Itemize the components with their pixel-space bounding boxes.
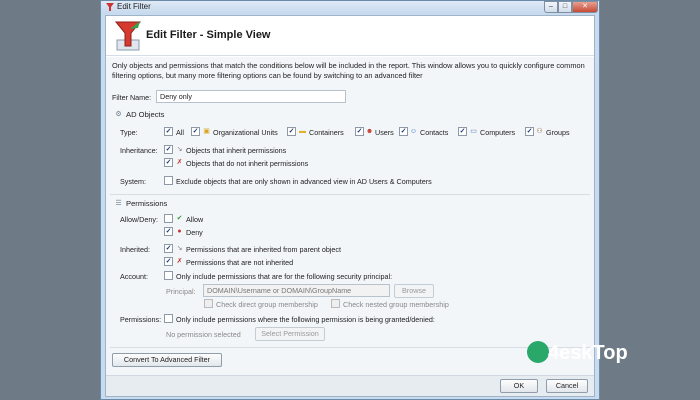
inherited-label: Inherited: bbox=[120, 245, 150, 254]
browse-button[interactable]: Browse bbox=[394, 284, 434, 298]
cancel-button[interactable]: Cancel bbox=[546, 379, 588, 393]
type-containers-checkbox[interactable]: ✓ bbox=[287, 127, 296, 136]
permission-filter-option-label: Only include permissions where the follo… bbox=[176, 315, 435, 324]
user-icon: ☻ bbox=[365, 128, 374, 135]
type-containers-label: Containers bbox=[309, 128, 344, 137]
type-ou-label: Organizational Units bbox=[213, 128, 278, 137]
minimize-button[interactable]: – bbox=[544, 1, 558, 13]
check-nested-label: Check nested group membership bbox=[343, 300, 449, 309]
deny-checkbox[interactable]: ✓ bbox=[164, 227, 173, 236]
deny-label: Deny bbox=[186, 228, 203, 237]
principal-label: Principal: bbox=[166, 287, 196, 296]
ok-button[interactable]: OK bbox=[500, 379, 538, 393]
allow-deny-label: Allow/Deny: bbox=[120, 215, 158, 224]
inherit-permissions-checkbox[interactable]: ✓ bbox=[164, 145, 173, 154]
deny-icon: ● bbox=[177, 228, 182, 235]
filter-app-icon bbox=[106, 3, 114, 11]
select-permission-button[interactable]: Select Permission bbox=[255, 327, 325, 341]
organizational-unit-icon: ▣ bbox=[203, 128, 210, 135]
edit-filter-window: Edit Filter – □ ✕ Edit Filter - Simple V… bbox=[100, 0, 600, 400]
type-groups-label: Groups bbox=[546, 128, 570, 137]
allow-label: Allow bbox=[186, 215, 204, 224]
filter-funnel-icon bbox=[114, 21, 142, 51]
type-contacts-checkbox[interactable]: ✓ bbox=[399, 127, 408, 136]
type-computers-checkbox[interactable]: ✓ bbox=[458, 127, 467, 136]
section-divider bbox=[110, 194, 590, 195]
maximize-button[interactable]: □ bbox=[558, 1, 572, 13]
type-computers-label: Computers bbox=[480, 128, 516, 137]
allow-icon: ✔ bbox=[176, 215, 183, 222]
close-button[interactable]: ✕ bbox=[572, 1, 598, 13]
filter-name-input[interactable]: Deny only bbox=[156, 90, 346, 103]
type-ou-checkbox[interactable]: ✓ bbox=[191, 127, 200, 136]
filter-panel: Only objects and permissions that match … bbox=[106, 57, 594, 396]
inheritance-label: Inheritance: bbox=[120, 146, 158, 155]
dialog-footer: OK Cancel bbox=[106, 375, 594, 396]
perm-inherited-label: Permissions that are inherited from pare… bbox=[186, 245, 342, 254]
not-inherit-permissions-checkbox[interactable]: ✓ bbox=[164, 158, 173, 167]
ad-objects-icon: ⚙ bbox=[115, 111, 122, 118]
filter-name-label: Filter Name: bbox=[112, 93, 152, 102]
type-users-checkbox[interactable]: ✓ bbox=[355, 127, 364, 136]
permissions-heading: Permissions bbox=[126, 199, 168, 208]
dialog-header: Edit Filter - Simple View bbox=[106, 16, 594, 56]
check-nested-checkbox[interactable] bbox=[331, 299, 340, 308]
contact-icon: ☺ bbox=[409, 128, 418, 135]
exclude-advanced-label: Exclude objects that are only shown in a… bbox=[176, 177, 432, 186]
ad-objects-heading: AD Objects bbox=[126, 110, 165, 119]
inherit-permissions-label: Objects that inherit permissions bbox=[186, 146, 287, 155]
check-direct-label: Check direct group membership bbox=[216, 300, 318, 309]
perm-inherited-checkbox[interactable]: ✓ bbox=[164, 244, 173, 253]
account-label: Account: bbox=[120, 272, 148, 281]
inherit-arrow-icon: ↘ bbox=[176, 146, 183, 153]
type-all-label: All bbox=[176, 128, 184, 137]
window-title: Edit Filter bbox=[117, 2, 151, 11]
perm-not-inherited-checkbox[interactable]: ✓ bbox=[164, 257, 173, 266]
account-filter-label: Only include permissions that are for th… bbox=[176, 272, 393, 281]
perm-no-inherit-icon: ✗ bbox=[176, 258, 183, 265]
not-inherit-permissions-label: Objects that do not inherit permissions bbox=[186, 159, 309, 168]
title-bar[interactable]: Edit Filter – □ ✕ bbox=[101, 1, 599, 14]
description-text: Only objects and permissions that match … bbox=[112, 61, 585, 80]
convert-advanced-button[interactable]: Convert To Advanced Filter bbox=[112, 353, 222, 367]
permissions-icon: ☰ bbox=[115, 200, 122, 207]
group-icon: ⚇ bbox=[536, 128, 543, 135]
no-inherit-icon: ✗ bbox=[176, 159, 183, 166]
computer-icon: ▭ bbox=[470, 128, 477, 135]
bottom-divider bbox=[110, 347, 590, 348]
permission-filter-checkbox[interactable] bbox=[164, 314, 173, 323]
watermark-text: 4eskTop bbox=[548, 342, 628, 364]
principal-input[interactable]: DOMAIN\Username or DOMAIN\GroupName bbox=[203, 284, 390, 297]
container-icon: ▬ bbox=[299, 128, 306, 135]
type-groups-checkbox[interactable]: ✓ bbox=[525, 127, 534, 136]
type-contacts-label: Contacts bbox=[420, 128, 449, 137]
perm-inherit-arrow-icon: ↘ bbox=[176, 245, 183, 252]
exclude-advanced-checkbox[interactable] bbox=[164, 176, 173, 185]
dialog-client: Edit Filter - Simple View Only objects a… bbox=[105, 15, 595, 397]
check-direct-checkbox[interactable] bbox=[204, 299, 213, 308]
no-permission-label: No permission selected bbox=[166, 330, 241, 339]
permissions-filter-label: Permissions: bbox=[120, 315, 162, 324]
dialog-title: Edit Filter - Simple View bbox=[146, 29, 271, 41]
system-label: System: bbox=[120, 177, 146, 186]
watermark-logo-icon bbox=[527, 341, 549, 363]
allow-checkbox[interactable] bbox=[164, 214, 173, 223]
account-filter-checkbox[interactable] bbox=[164, 271, 173, 280]
type-all-checkbox[interactable]: ✓ bbox=[164, 127, 173, 136]
perm-not-inherited-label: Permissions that are not inherited bbox=[186, 258, 294, 267]
type-users-label: Users bbox=[375, 128, 394, 137]
type-label: Type: bbox=[120, 128, 138, 137]
